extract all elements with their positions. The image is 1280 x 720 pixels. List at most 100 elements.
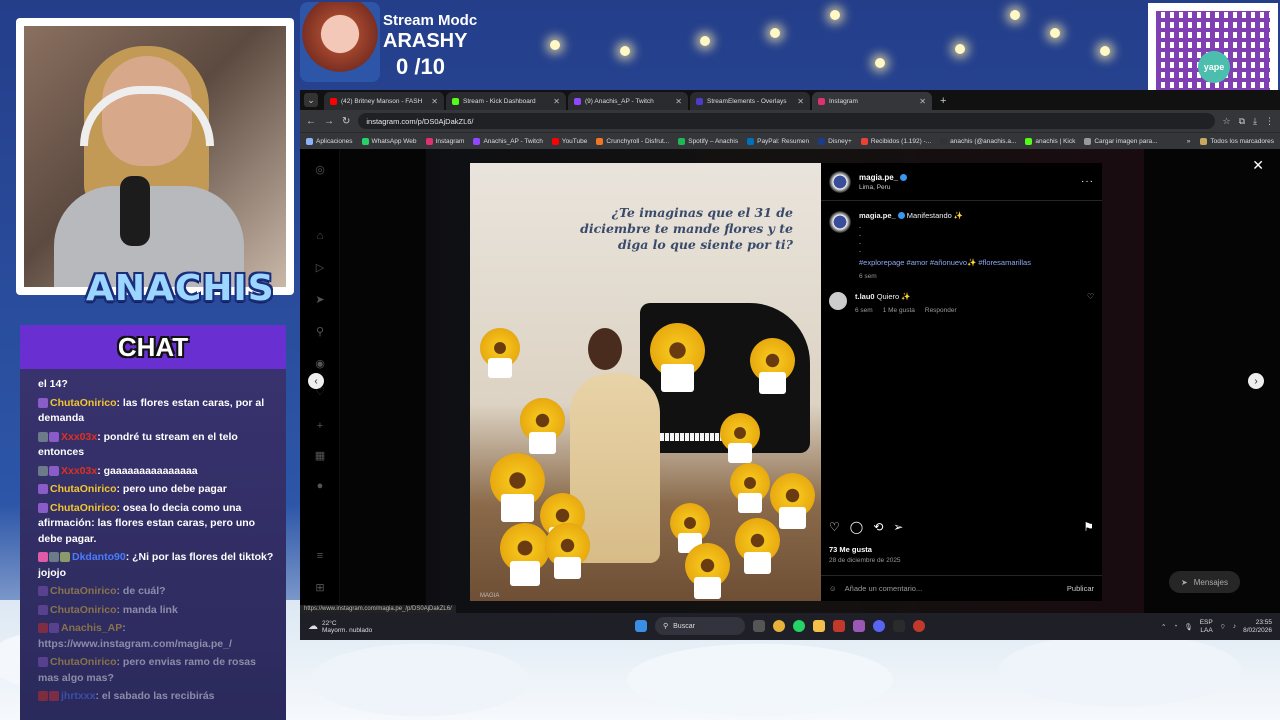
- author-avatar[interactable]: [829, 170, 851, 193]
- whatsapp-icon[interactable]: [793, 620, 805, 632]
- browser-tab[interactable]: (42) Britney Manson - FASH ✕: [324, 92, 444, 110]
- volume-icon[interactable]: ♪: [1233, 623, 1236, 630]
- chat-message: Anachis_AP: https://www.instagram.com/ma…: [38, 621, 276, 652]
- bookmark-item[interactable]: Crunchyroll - Disfrut...: [596, 137, 669, 145]
- clock[interactable]: 23:55 8/02/2026: [1243, 619, 1272, 635]
- save-icon[interactable]: ⚑: [1083, 520, 1094, 534]
- bookmark-item[interactable]: anachis (@anachis.a...: [940, 137, 1016, 145]
- caption-hashtags[interactable]: #explorepage #amor #añonuevo✨ #floresama…: [859, 258, 1031, 267]
- close-tab-icon[interactable]: ✕: [797, 97, 804, 106]
- repost-icon[interactable]: ⟲: [873, 520, 883, 534]
- close-icon[interactable]: ✕: [1252, 157, 1264, 174]
- capcut-icon[interactable]: [893, 620, 905, 632]
- app-icon[interactable]: [853, 620, 865, 632]
- back-icon[interactable]: ←: [306, 116, 316, 127]
- more-bookmarks-button[interactable]: »: [1187, 138, 1191, 145]
- author-username[interactable]: magia.pe_: [859, 173, 898, 182]
- url-input[interactable]: instagram.com/p/DS0AjDakZL6/: [358, 113, 1215, 129]
- taskbar-search[interactable]: ⚲ Buscar: [655, 617, 745, 635]
- previous-post-icon[interactable]: ‹: [308, 373, 324, 389]
- likes-count[interactable]: 73 Me gusta: [829, 545, 872, 554]
- share-icon[interactable]: ➢: [893, 520, 903, 534]
- illustrator-icon[interactable]: [833, 620, 845, 632]
- task-view-icon[interactable]: [753, 620, 765, 632]
- commenter-username[interactable]: t.lau0: [855, 292, 875, 301]
- browser-tab[interactable]: Instagram ✕: [812, 92, 932, 110]
- all-bookmarks-button[interactable]: Todos los marcadores: [1200, 137, 1274, 145]
- flower-box: [779, 506, 806, 530]
- mic-icon[interactable]: 🎙: [1184, 623, 1192, 631]
- add-comment-input[interactable]: Añade un comentario...: [845, 584, 923, 593]
- emoji-icon[interactable]: ☺: [829, 584, 837, 593]
- close-tab-icon[interactable]: ✕: [919, 97, 926, 106]
- menu-icon[interactable]: ⋮: [1265, 116, 1274, 127]
- bookmark-item[interactable]: PayPal: Resumen: [747, 137, 809, 145]
- bookmark-item[interactable]: anachis | Kick: [1025, 137, 1075, 145]
- browser-tab[interactable]: StreamElements - Overlays ✕: [690, 92, 810, 110]
- file-explorer-icon[interactable]: [813, 620, 825, 632]
- forward-icon[interactable]: →: [324, 116, 334, 127]
- bookmark-item[interactable]: Recibidos (1.192) -...: [860, 137, 931, 145]
- url-text: instagram.com/p/DS0AjDakZL6/: [366, 116, 474, 126]
- weather-widget[interactable]: ☁ 22°C Mayorm. nublado: [308, 620, 372, 634]
- more-options-icon[interactable]: ···: [1081, 176, 1094, 187]
- bookmark-item[interactable]: Instagram: [425, 137, 464, 145]
- new-tab-button[interactable]: +: [940, 95, 946, 107]
- stream-mode-name: ARASHY: [383, 30, 468, 52]
- badge-icon: [60, 552, 70, 562]
- next-post-icon[interactable]: ›: [1248, 373, 1264, 389]
- tray-chevron-icon[interactable]: ⌃: [1161, 623, 1166, 631]
- star-icon[interactable]: ☆: [1223, 116, 1231, 127]
- close-tab-icon[interactable]: ✕: [675, 97, 682, 106]
- flower-box: [728, 443, 752, 463]
- tab-search-icon[interactable]: ⌄: [304, 93, 318, 107]
- close-tab-icon[interactable]: ✕: [431, 97, 438, 106]
- wifi-icon[interactable]: ⌔: [1220, 622, 1226, 631]
- language-indicator[interactable]: ESP LAA: [1200, 619, 1213, 635]
- bookmark-item[interactable]: Anachis_AP - Twitch: [473, 137, 543, 145]
- bookmark-item[interactable]: Spotify – Anachis: [678, 137, 738, 145]
- network-icon[interactable]: ◔: [1173, 623, 1177, 630]
- chat-panel: CHAT el 14? ChutaOnirico: las flores esta…: [20, 325, 286, 720]
- messages-button[interactable]: ➤ Mensajes: [1169, 571, 1240, 593]
- chat-badges: [38, 484, 48, 494]
- bookmark-favicon-icon: [678, 137, 686, 145]
- bookmark-item[interactable]: YouTube: [551, 137, 587, 145]
- chrome-icon[interactable]: [773, 620, 785, 632]
- bookmark-item[interactable]: WhatsApp Web: [361, 137, 417, 145]
- yape-logo: yape: [1198, 51, 1230, 83]
- like-icon[interactable]: ♡: [829, 520, 840, 534]
- extensions-icon[interactable]: ⧉: [1239, 116, 1245, 127]
- commenter-avatar[interactable]: [829, 292, 847, 310]
- badge-icon: [49, 691, 59, 701]
- chat-message: el 14?: [38, 377, 276, 393]
- badge-icon: [38, 623, 48, 633]
- chat-username: Xxx03x: [61, 464, 98, 477]
- comment-like-icon[interactable]: ♡: [1087, 292, 1094, 314]
- discord-icon[interactable]: [873, 620, 885, 632]
- reload-icon[interactable]: ↻: [342, 116, 350, 127]
- obs-icon[interactable]: [913, 620, 925, 632]
- caption-avatar[interactable]: [829, 211, 851, 233]
- reply-button[interactable]: Responder: [925, 307, 957, 314]
- bookmark-favicon-icon: [860, 137, 868, 145]
- bookmark-item[interactable]: Cargar imagen para...: [1084, 137, 1158, 145]
- download-icon[interactable]: ⤓: [1253, 116, 1257, 127]
- bookmark-item[interactable]: Disney+: [818, 137, 852, 145]
- comment-likes[interactable]: 1 Me gusta: [883, 307, 915, 314]
- post-details-panel: magia.pe_ Lima, Peru ··· magia.pe_ Manif…: [821, 163, 1102, 601]
- flower-box: [694, 576, 721, 600]
- browser-tab[interactable]: (9) Anachis_AP - Twitch ✕: [568, 92, 688, 110]
- bookmark-item[interactable]: Aplicaciones: [306, 137, 353, 145]
- post-location[interactable]: Lima, Peru: [859, 184, 907, 191]
- browser-tab[interactable]: Stream - Kick Dashboard ✕: [446, 92, 566, 110]
- chat-message: Xxx03x: gaaaaaaaaaaaaaaa: [38, 464, 276, 480]
- caption-username[interactable]: magia.pe_: [859, 211, 896, 220]
- close-tab-icon[interactable]: ✕: [553, 97, 560, 106]
- start-icon[interactable]: [635, 620, 647, 632]
- chat-username: Dkdanto90: [72, 551, 126, 563]
- chat-message: Xxx03x: pondré tu stream en el telo ento…: [38, 430, 276, 461]
- comment-icon[interactable]: ◯: [850, 520, 863, 534]
- post-image[interactable]: ¿Te imaginas que el 31 de diciembre te m…: [470, 163, 821, 601]
- publish-button[interactable]: Publicar: [1067, 584, 1094, 593]
